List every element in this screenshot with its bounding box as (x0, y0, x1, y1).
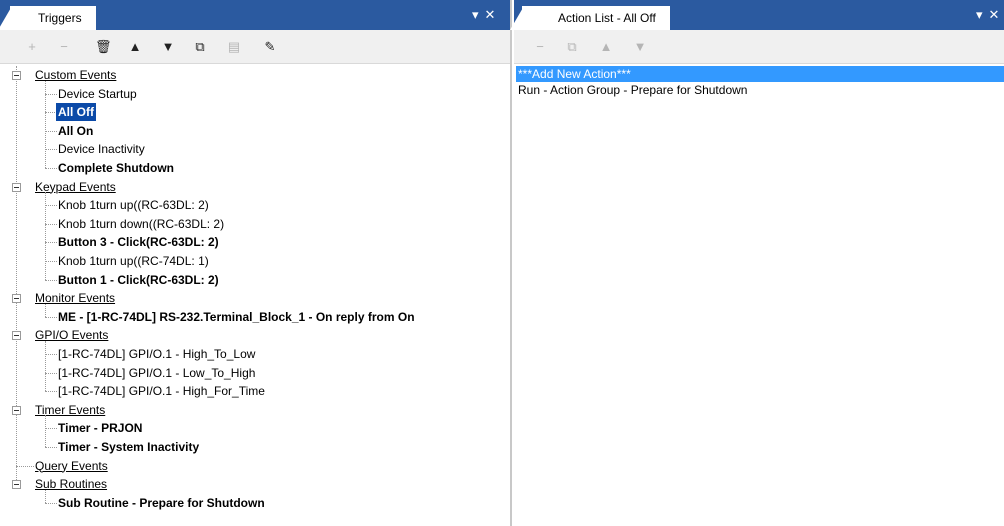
tree-item[interactable]: Complete Shutdown (58, 159, 174, 177)
tree-connector (45, 372, 57, 374)
tab-triggers-label: Triggers (38, 11, 82, 25)
collapse-icon[interactable] (12, 331, 21, 341)
tab-action-list-label: Action List - All Off (558, 11, 656, 25)
tree-item[interactable]: Button 1 - Click(RC-63DL: 2) (58, 271, 219, 289)
tree-branch-line (45, 80, 46, 168)
tree-connector (45, 223, 57, 225)
action-list-item[interactable]: Run - Action Group - Prepare for Shutdow… (516, 82, 1004, 98)
tree-item[interactable]: Device Inactivity (58, 140, 145, 158)
tree-connector (45, 130, 57, 132)
tree-item[interactable]: Sub Routine - Prepare for Shutdown (58, 494, 265, 512)
action-list-tab-bar: Action List - All Off ▾ ✕ (510, 0, 1004, 30)
tree-connector (45, 168, 57, 169)
triggers-tree: Custom Events Device Startup All Off All On… (0, 66, 510, 526)
remove-icon[interactable]: − (56, 39, 72, 55)
move-up-icon[interactable]: ▲ (127, 39, 143, 55)
tree-item[interactable]: Knob 1turn down((RC-63DL: 2) (58, 215, 224, 233)
edit-icon[interactable]: ✎ (262, 39, 278, 55)
tree-item[interactable]: [1-RC-74DL] GPI/O.1 - High_For_Time (58, 382, 265, 400)
tree-branch-line (45, 303, 46, 317)
tree-category[interactable]: Keypad Events (35, 178, 116, 196)
tree-item[interactable]: [1-RC-74DL] GPI/O.1 - High_To_Low (58, 345, 255, 363)
action-list: ***Add New Action*** Run - Action Group -… (514, 66, 1004, 526)
tree-category[interactable]: Custom Events (35, 66, 116, 84)
pane-close-icon[interactable]: ✕ (485, 7, 496, 23)
tree-connector (45, 261, 57, 262)
tree-connector (45, 93, 57, 95)
tree-item[interactable]: [1-RC-74DL] GPI/O.1 - Low_To_High (58, 364, 255, 382)
tree-item[interactable]: ME - [1-RC-74DL] RS-232.Terminal_Block_1… (58, 308, 415, 326)
collapse-icon[interactable] (12, 294, 21, 304)
tree-connector (45, 205, 57, 207)
move-down-icon[interactable]: ▼ (632, 39, 648, 55)
move-up-icon[interactable]: ▲ (598, 39, 614, 55)
triggers-tab-bar: Triggers ▾ ✕ (0, 0, 510, 30)
action-list-pane-controls: ▾ ✕ (970, 7, 999, 23)
tree-item[interactable]: All Off (56, 103, 96, 122)
tree-connector (45, 428, 57, 430)
tree-item[interactable]: Timer - System Inactivity (58, 438, 199, 456)
action-list-panel: Action List - All Off ▾ ✕ − ⧉ ▲ ▼ ***Add New… (510, 0, 1004, 526)
tree-category[interactable]: Monitor Events (35, 289, 115, 307)
paste-icon[interactable]: ▤ (226, 39, 242, 55)
triggers-toolbar: + − 🗑 ▲ ▼ ⧉ ▤ ✎ (0, 30, 510, 64)
tab-triggers[interactable]: Triggers (0, 6, 96, 30)
tree-connector (45, 354, 57, 355)
tree-branch-line (45, 341, 46, 392)
move-down-icon[interactable]: ▼ (160, 39, 176, 55)
add-icon[interactable]: + (24, 39, 40, 55)
tree-connector (45, 316, 57, 318)
tree-root-line (16, 66, 17, 485)
collapse-icon[interactable] (12, 182, 21, 192)
copy-icon[interactable]: ⧉ (192, 39, 208, 55)
tree-connector (45, 391, 57, 393)
tree-item[interactable]: Timer - PRJON (58, 419, 142, 437)
triggers-pane-controls: ▾ ✕ (466, 7, 495, 23)
tree-connector (16, 465, 34, 467)
action-list-toolbar: − ⧉ ▲ ▼ (514, 30, 1004, 64)
tree-branch-line (45, 415, 46, 447)
tree-item[interactable]: Knob 1turn up((RC-63DL: 2) (58, 196, 209, 214)
tree-item[interactable]: Device Startup (58, 85, 137, 103)
action-list-item[interactable]: ***Add New Action*** (516, 66, 1004, 82)
tree-item[interactable]: All On (58, 122, 93, 140)
collapse-icon[interactable] (12, 480, 21, 490)
triggers-panel: Triggers ▾ ✕ + − 🗑 ▲ ▼ ⧉ ▤ ✎ Custom Events Device… (0, 0, 512, 526)
pane-close-icon[interactable]: ✕ (989, 7, 1000, 23)
copy-icon[interactable]: ⧉ (564, 39, 580, 55)
collapse-icon[interactable] (12, 405, 21, 415)
delete-icon[interactable]: 🗑 (95, 39, 112, 55)
pane-menu-icon[interactable]: ▾ (976, 7, 983, 23)
tree-connector (45, 447, 57, 448)
tree-category[interactable]: GPI/O Events (35, 326, 108, 344)
collapse-icon[interactable] (12, 71, 21, 80)
pane-menu-icon[interactable]: ▾ (472, 7, 479, 23)
remove-icon[interactable]: − (532, 39, 548, 55)
tree-connector (45, 279, 57, 281)
tree-category[interactable]: Query Events (35, 457, 108, 475)
tree-item[interactable]: Knob 1turn up((RC-74DL: 1) (58, 252, 209, 270)
tree-item[interactable]: Button 3 - Click(RC-63DL: 2) (58, 233, 219, 251)
tree-branch-line (45, 192, 46, 280)
tree-connector (45, 242, 57, 244)
tree-branch-line (45, 489, 46, 503)
tree-connector (45, 149, 57, 151)
tab-action-list[interactable]: Action List - All Off (510, 6, 670, 30)
tree-connector (45, 502, 57, 504)
